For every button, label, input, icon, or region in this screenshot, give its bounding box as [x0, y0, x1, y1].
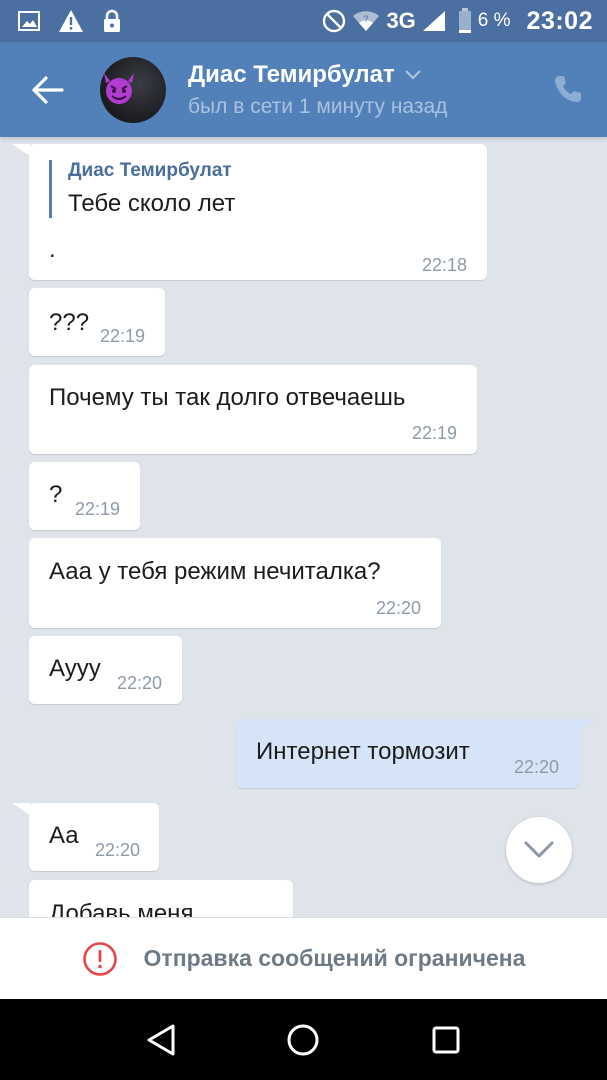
message-bubble-incoming[interactable]: Аа 22:20 — [29, 803, 159, 871]
avatar[interactable] — [100, 56, 166, 123]
network-type: 3G — [386, 8, 416, 33]
do-not-disturb-icon — [322, 9, 346, 33]
chevron-down-icon — [404, 69, 421, 80]
error-icon — [82, 941, 117, 976]
message-bubble-incoming[interactable]: Почему ты так долго отвечаешь 22:19 — [29, 365, 477, 454]
clock: 23:02 — [526, 6, 593, 35]
message-bubble-incoming[interactable]: Диас Темирбулат Тебе сколо лет . 22:18 — [29, 144, 487, 280]
message-time: 22:19 — [411, 423, 457, 443]
triangle-back-icon — [147, 1024, 175, 1055]
message-list[interactable]: Диас Темирбулат Тебе сколо лет . 22:18 ?… — [0, 137, 607, 917]
chat-title-block[interactable]: Диас Темирбулат был в сети 1 минуту наза… — [188, 61, 447, 119]
message-text: Добавь меня — [49, 900, 194, 917]
message-time: 22:20 — [95, 840, 141, 860]
bubble-tail — [578, 719, 596, 731]
bubble-tail — [12, 803, 30, 815]
message-text: Почему ты так долго отвечаешь — [49, 384, 406, 411]
message-text: Аууу — [49, 655, 101, 682]
message-bubble-incoming[interactable]: ? 22:19 — [29, 462, 140, 530]
back-button[interactable] — [0, 42, 96, 137]
system-navigation-bar — [0, 999, 607, 1080]
image-icon — [18, 11, 40, 31]
message-time: 22:19 — [75, 499, 121, 519]
message-time: 22:20 — [375, 598, 421, 618]
message-time: 22:20 — [117, 673, 163, 693]
scroll-to-bottom-button[interactable] — [506, 817, 572, 883]
wifi-icon: ? — [352, 10, 380, 32]
message-text: . — [49, 236, 56, 263]
signal-icon — [422, 10, 446, 32]
restriction-text: Отправка сообщений ограничена — [143, 945, 526, 971]
lock-icon — [102, 9, 122, 33]
message-bubble-incoming[interactable]: Аууу 22:20 — [29, 636, 182, 704]
arrow-left-icon — [32, 75, 64, 104]
message-text: Ааа у тебя режим нечиталка? — [49, 558, 381, 585]
devil-emoji-icon — [104, 72, 134, 104]
reply-quote[interactable]: Диас Темирбулат Тебе сколо лет — [49, 160, 235, 218]
message-time: 22:19 — [100, 326, 146, 346]
message-text: ? — [49, 481, 63, 508]
chat-header: Диас Темирбулат был в сети 1 минуту наза… — [0, 42, 607, 137]
phone-icon — [555, 76, 581, 102]
messaging-restricted-banner: Отправка сообщений ограничена — [0, 917, 607, 999]
chevron-down-icon — [524, 841, 554, 858]
message-time: 22:18 — [421, 255, 467, 275]
message-text: Интернет тормозит — [256, 738, 470, 765]
circle-home-icon — [287, 1024, 319, 1055]
message-bubble-incoming[interactable]: Ааа у тебя режим нечиталка? 22:20 — [29, 538, 441, 628]
quote-author: Диас Темирбулат — [68, 160, 232, 181]
svg-text:?: ? — [364, 14, 369, 24]
message-bubble-outgoing[interactable]: Интернет тормозит 22:20 — [236, 719, 579, 788]
chat-title: Диас Темирбулат — [188, 60, 395, 88]
nav-recents-button[interactable] — [416, 1010, 476, 1070]
bubble-tail — [12, 144, 30, 156]
battery-icon — [458, 8, 472, 34]
message-text: ??? — [49, 309, 90, 336]
nav-home-button[interactable] — [273, 1010, 333, 1070]
message-bubble-incoming[interactable]: Добавь меня — [29, 880, 293, 917]
call-button[interactable] — [551, 72, 585, 106]
nav-back-button[interactable] — [131, 1010, 191, 1070]
quote-text: Тебе сколо лет — [68, 190, 236, 217]
battery-percent: 6 % — [477, 10, 511, 31]
message-time: 22:20 — [514, 757, 560, 777]
last-seen-status: был в сети 1 минуту назад — [188, 94, 448, 118]
square-recents-icon — [432, 1026, 460, 1053]
message-text: Аа — [49, 822, 79, 849]
status-bar: ? 3G 6 % 23:02 — [0, 0, 607, 42]
warning-icon — [58, 9, 84, 33]
message-bubble-incoming[interactable]: ??? 22:19 — [29, 288, 165, 356]
